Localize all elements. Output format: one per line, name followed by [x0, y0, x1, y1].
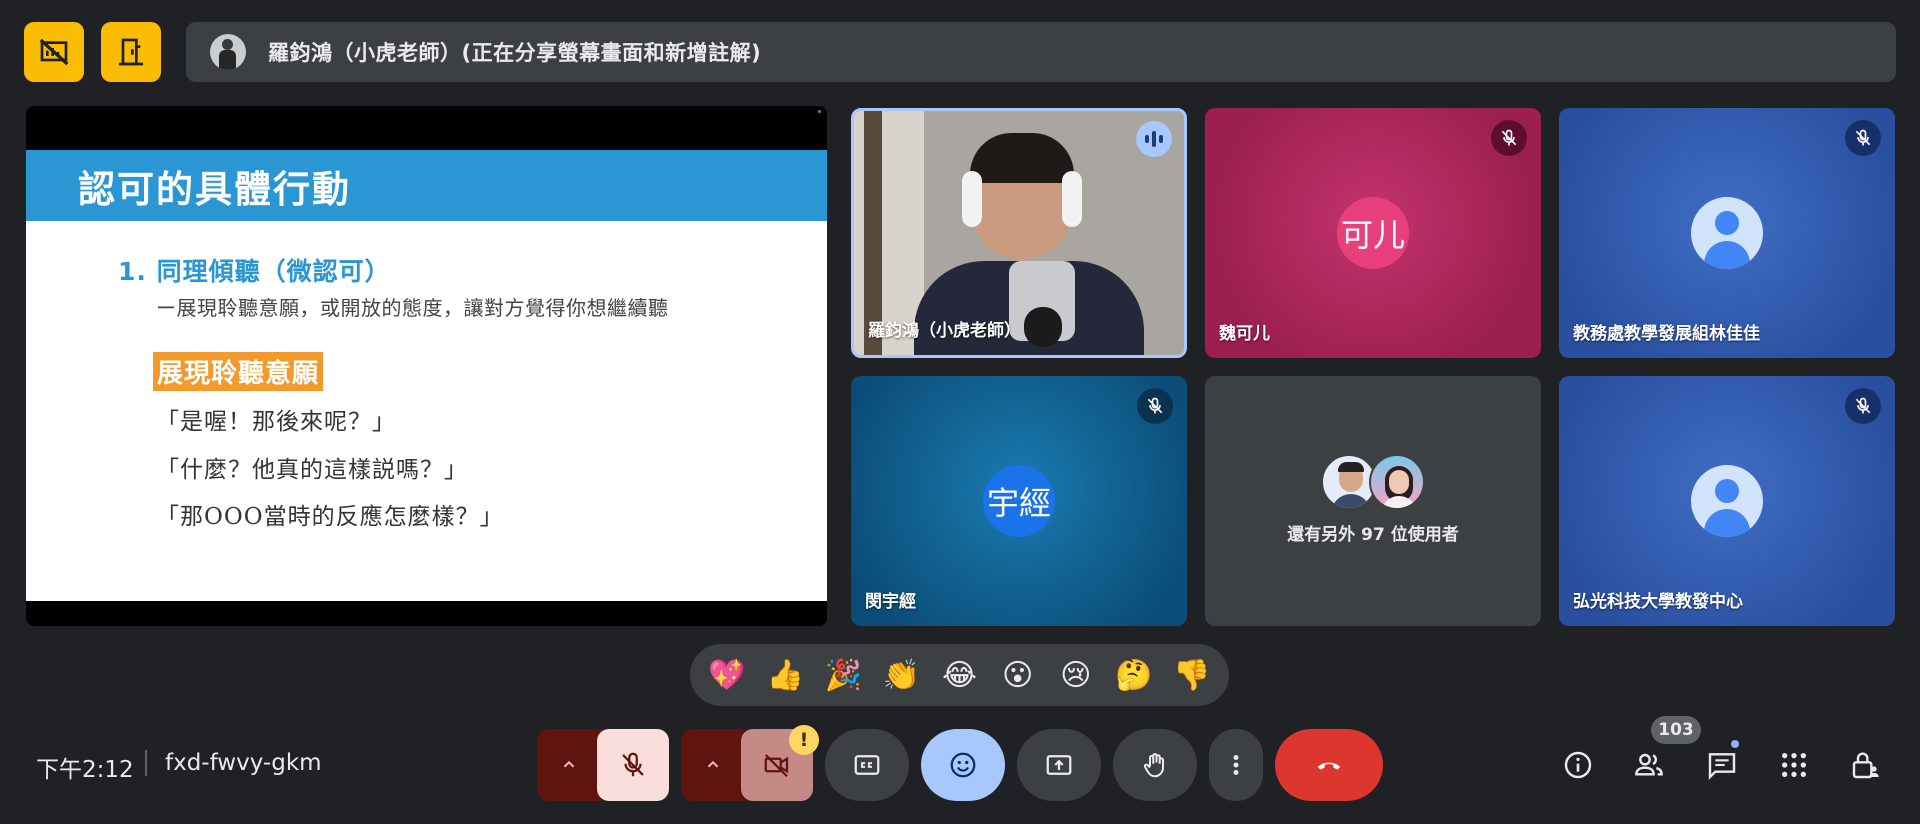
participant-name: 閔宇經 — [865, 592, 916, 612]
apps-grid-icon — [1782, 753, 1806, 777]
meeting-details-button[interactable] — [1558, 745, 1598, 785]
exit-presentation-button[interactable] — [101, 22, 161, 82]
reaction-tears-of-joy[interactable]: 😂 — [935, 651, 983, 699]
mic-off-icon — [622, 752, 644, 777]
reaction-crying[interactable]: 😢 — [1052, 651, 1100, 699]
presenter-status-text: 羅鈞鴻（小虎老師）(正在分享螢幕畫面和新增註解) — [268, 41, 762, 65]
chevron-up-icon — [563, 760, 575, 768]
present-screen-icon — [1046, 755, 1072, 775]
chevron-up-icon — [707, 760, 719, 768]
videocam-off-icon — [764, 754, 789, 778]
emoji-icon — [950, 752, 976, 778]
avatar — [1369, 454, 1425, 510]
divider — [145, 750, 147, 776]
avatar: 宇經 — [983, 465, 1055, 537]
send-reaction-button[interactable] — [921, 729, 1005, 801]
slide-quote: 「那OOO當時的反應怎麼樣？」 — [156, 504, 504, 530]
others-tile[interactable]: 還有另外 97 位使用者 — [1205, 376, 1541, 626]
lock-person-icon — [1852, 752, 1879, 779]
reactions-bar: 💖 👍 🎉 👏 😂 😮 😢 🤔 👎 — [690, 644, 1229, 706]
participant-name: 魏可儿 — [1219, 324, 1270, 344]
participant-tile[interactable]: 可儿 魏可儿 — [1205, 108, 1541, 358]
microphone-toggle-button[interactable] — [597, 729, 669, 801]
mic-off-icon — [1137, 388, 1173, 424]
participant-name: 弘光科技大學教發中心 — [1573, 592, 1743, 612]
mic-off-icon — [1491, 120, 1527, 156]
hand-icon — [1143, 753, 1164, 778]
people-button[interactable] — [1629, 745, 1669, 785]
info-icon — [1564, 751, 1592, 779]
reaction-party-popper[interactable]: 🎉 — [819, 651, 867, 699]
presentation-slide: 認可的具體行動 1. 同理傾聽（微認可） ー展現聆聽意願，或開放的態度，讓對方覺… — [26, 150, 827, 601]
host-controls-button[interactable] — [1846, 745, 1886, 785]
chat-button[interactable] — [1702, 745, 1742, 785]
slide-quote: 「是喔！那後來呢？」 — [156, 409, 396, 435]
more-options-button[interactable] — [1209, 729, 1263, 801]
reaction-sparkling-heart[interactable]: 💖 — [703, 651, 751, 699]
mic-off-icon — [1845, 120, 1881, 156]
current-time: 下午2:12 — [36, 757, 134, 783]
mic-options-button[interactable] — [537, 729, 601, 801]
meeting-code: fxd-fwvy-gkm — [165, 750, 322, 776]
default-avatar-icon — [1691, 465, 1763, 537]
reaction-thinking[interactable]: 🤔 — [1110, 651, 1158, 699]
avatar: 可儿 — [1337, 197, 1409, 269]
camera-options-button[interactable] — [681, 729, 745, 801]
participant-tile[interactable]: 弘光科技大學教發中心 — [1559, 376, 1895, 626]
reaction-clapping[interactable]: 👏 — [877, 651, 925, 699]
camera-warning-badge: ! — [789, 725, 819, 755]
chat-unread-dot — [1729, 738, 1741, 750]
closed-caption-icon — [854, 755, 880, 775]
call-end-icon — [1317, 762, 1341, 770]
slide-highlight: 展現聆聽意願 — [153, 352, 324, 391]
present-off-button[interactable] — [24, 22, 84, 82]
slide-quote: 「什麼？他真的這樣説嗎？」 — [156, 457, 468, 483]
participant-tile-video[interactable]: 羅鈞鴻（小虎老師） — [851, 108, 1187, 358]
mic-off-icon — [1845, 388, 1881, 424]
people-icon — [1635, 753, 1663, 776]
reaction-surprised[interactable]: 😮 — [994, 651, 1042, 699]
slide-title: 認可的具體行動 — [78, 166, 351, 211]
participant-name: 教務處教學發展組林佳佳 — [1573, 324, 1760, 344]
leave-call-button[interactable] — [1275, 729, 1383, 801]
more-vert-icon — [1233, 755, 1239, 775]
presenter-banner: 羅鈞鴻（小虎老師）(正在分享螢幕畫面和新增註解) — [186, 22, 1896, 82]
participant-tile[interactable]: 宇經 閔宇經 — [851, 376, 1187, 626]
presenter-avatar — [210, 34, 246, 70]
others-count-text: 還有另外 97 位使用者 — [1287, 525, 1459, 545]
chat-icon — [1708, 753, 1736, 780]
participant-name: 羅鈞鴻（小虎老師） — [868, 321, 1021, 341]
people-count-badge: 103 — [1651, 716, 1701, 744]
captions-button[interactable] — [825, 729, 909, 801]
slide-description: ー展現聆聽意願，或開放的態度，讓對方覺得你想繼續聽 — [156, 296, 669, 320]
present-off-icon — [39, 38, 69, 66]
annotation-indicator — [818, 110, 821, 113]
default-avatar-icon — [1691, 197, 1763, 269]
present-now-button[interactable] — [1017, 729, 1101, 801]
reaction-thumbs-down[interactable]: 👎 — [1168, 651, 1216, 699]
reaction-thumbs-up[interactable]: 👍 — [761, 651, 809, 699]
slide-subtitle: 1. 同理傾聽（微認可） — [118, 257, 391, 286]
speaking-indicator-icon — [1136, 121, 1172, 157]
participant-tile[interactable]: 教務處教學發展組林佳佳 — [1559, 108, 1895, 358]
shared-screen[interactable]: 認可的具體行動 1. 同理傾聽（微認可） ー展現聆聽意願，或開放的態度，讓對方覺… — [26, 106, 827, 626]
activities-button[interactable] — [1774, 745, 1814, 785]
raise-hand-button[interactable] — [1113, 729, 1197, 801]
exit-presentation-icon — [119, 38, 143, 66]
slide-header: 認可的具體行動 — [26, 150, 827, 221]
